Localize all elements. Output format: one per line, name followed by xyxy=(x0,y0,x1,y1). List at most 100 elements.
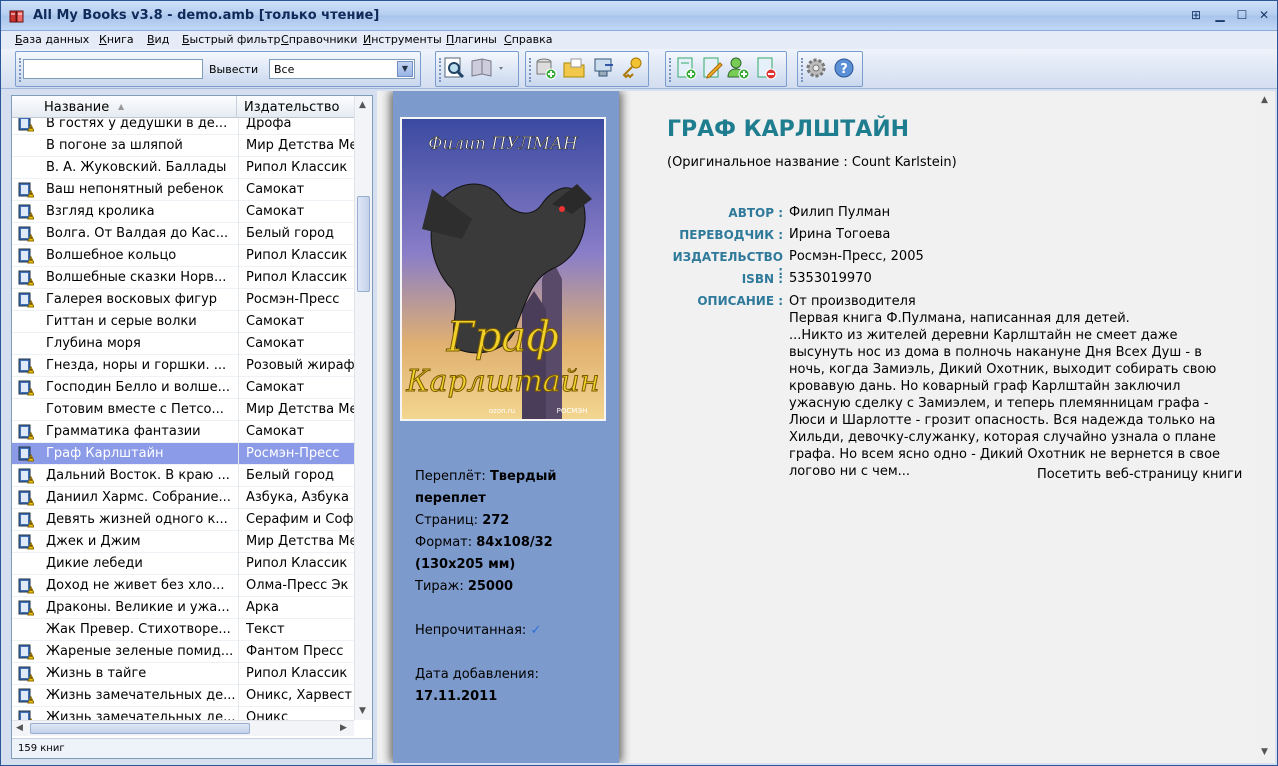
edit-book-icon[interactable] xyxy=(699,55,725,81)
book-title-cell: Драконы. Великие и ужа... xyxy=(46,600,230,615)
toolbar-grip[interactable] xyxy=(669,58,672,82)
cover-art: Филип ПУЛМАН Граф Карлштайн ozon.ru РОСМ… xyxy=(402,119,604,419)
table-row[interactable]: Девять жизней одного к... Серафим и Соф xyxy=(12,509,354,531)
table-row[interactable]: Дальний Восток. В краю ... Белый город xyxy=(12,465,354,487)
key-icon[interactable] xyxy=(619,55,645,81)
menu-quick-filter[interactable]: Быстрый фильтр xyxy=(182,33,280,46)
minimize-icon[interactable]: ▁ xyxy=(1211,7,1229,23)
book-warning-icon xyxy=(18,468,34,484)
table-row[interactable]: Доход не живет без хло... Олма-Пресс Эк xyxy=(12,575,354,597)
list-hscroll-thumb[interactable] xyxy=(30,723,250,734)
table-row[interactable]: Джек и Джим Мир Детства Ме xyxy=(12,531,354,553)
book-cover-image[interactable]: Филип ПУЛМАН Граф Карлштайн ozon.ru РОСМ… xyxy=(400,117,606,421)
list-scroll-thumb[interactable] xyxy=(357,196,370,292)
table-row[interactable]: Драконы. Великие и ужа... Арка xyxy=(12,597,354,619)
filter-select[interactable]: Все ▼ xyxy=(269,59,415,79)
scroll-left-icon[interactable]: ◀ xyxy=(16,723,23,733)
menu-view[interactable]: Вид xyxy=(147,33,169,46)
book-title-cell: Волга. От Валдая до Кас... xyxy=(46,226,229,241)
description-paragraph: От производителя xyxy=(789,294,916,309)
column-separator[interactable] xyxy=(236,96,237,118)
list-header: Название ▲ Издательство xyxy=(12,96,354,118)
table-row[interactable]: Волшебное кольцо Рипол Классик xyxy=(12,245,354,267)
add-user-icon[interactable] xyxy=(725,55,751,81)
table-row[interactable]: Ваш непонятный ребенок Самокат xyxy=(12,179,354,201)
add-book-icon[interactable] xyxy=(673,55,699,81)
book-title-cell: Доход не живет без хло... xyxy=(46,578,225,593)
column-header-title[interactable]: Название xyxy=(44,100,109,115)
open-folder-icon[interactable] xyxy=(561,55,587,81)
author-value[interactable]: Филип Пулман xyxy=(789,205,890,220)
book-warning-icon xyxy=(18,644,34,660)
cell-separator xyxy=(238,685,239,707)
scroll-down-icon[interactable]: ▼ xyxy=(1261,747,1268,757)
cell-separator xyxy=(238,619,239,641)
reader-icon[interactable] xyxy=(469,55,509,81)
menu-references[interactable]: Справочники xyxy=(281,33,357,46)
table-row[interactable]: В гостях у дедушки в де... Дрофа xyxy=(12,118,354,135)
maximize-icon[interactable]: ☐ xyxy=(1233,7,1251,23)
delete-book-icon[interactable] xyxy=(753,55,779,81)
toolbar-grip[interactable] xyxy=(529,58,532,82)
table-row[interactable]: В. А. Жуковский. Баллады Рипол Классик xyxy=(12,157,354,179)
publisher-cell: Рипол Классик xyxy=(246,270,348,285)
list-horizontal-scrollbar[interactable]: ◀ ▶ xyxy=(12,720,354,736)
translator-value[interactable]: Ирина Тогоева xyxy=(789,227,890,242)
table-row[interactable]: Грамматика фантазии Самокат xyxy=(12,421,354,443)
table-row[interactable]: Жареные зеленые помид... Фантом Пресс xyxy=(12,641,354,663)
table-row[interactable]: Жизнь замечательных де... Оникс, Харвест xyxy=(12,685,354,707)
details-scrollbar[interactable]: ▲ ▼ xyxy=(1257,91,1273,763)
table-row[interactable]: В погоне за шляпой Мир Детства Ме xyxy=(12,135,354,157)
table-row[interactable]: Волга. От Валдая до Кас... Белый город xyxy=(12,223,354,245)
scroll-up-icon[interactable]: ▲ xyxy=(359,100,366,110)
table-row[interactable]: Даниил Хармс. Собрание... Азбука, Азбука xyxy=(12,487,354,509)
column-header-publisher[interactable]: Издательство xyxy=(244,100,339,115)
table-row[interactable]: Галерея восковых фигур Росмэн-Пресс xyxy=(12,289,354,311)
book-title-cell: Граф Карлштайн xyxy=(46,446,164,461)
publisher-cell: Росмэн-Пресс xyxy=(246,292,340,307)
table-row[interactable]: Жизнь в тайге Рипол Классик xyxy=(12,663,354,685)
toolbar-grip[interactable] xyxy=(19,58,22,82)
publisher-cell: Олма-Пресс Эк xyxy=(246,578,349,593)
publisher-cell: Рипол Классик xyxy=(246,666,348,681)
table-row[interactable]: Взгляд кролика Самокат xyxy=(12,201,354,223)
table-row[interactable]: Готовим вместе с Петсо... Мир Детства Ме xyxy=(12,399,354,421)
table-row[interactable]: Гнезда, норы и горшки. ... Розовый жираф xyxy=(12,355,354,377)
preview-icon[interactable] xyxy=(441,55,467,81)
help-icon[interactable]: ? xyxy=(831,55,857,81)
table-row[interactable]: Господин Белло и волше... Самокат xyxy=(12,377,354,399)
menu-plugins[interactable]: Плагины xyxy=(446,33,497,46)
table-row[interactable]: Жак Превер. Стихотворе... Текст xyxy=(12,619,354,641)
cover-author-text: Филип ПУЛМАН xyxy=(428,134,579,154)
menu-tools[interactable]: Инструменты xyxy=(363,33,442,46)
table-row[interactable]: Дикие лебеди Рипол Классик xyxy=(12,553,354,575)
visit-webpage-link[interactable]: Посетить веб-страницу книги xyxy=(1037,467,1242,482)
table-row[interactable]: Волшебные сказки Норв... Рипол Классик xyxy=(12,267,354,289)
book-warning-icon xyxy=(18,600,34,616)
book-title-cell: Грамматика фантазии xyxy=(46,424,201,439)
menu-book[interactable]: Книга xyxy=(99,33,134,46)
table-row[interactable]: Глубина моря Самокат xyxy=(12,333,354,355)
scroll-up-icon[interactable]: ▲ xyxy=(1261,95,1268,105)
publisher-value[interactable]: Росмэн-Пресс, 2005 xyxy=(789,249,924,264)
cell-separator xyxy=(238,575,239,597)
menu-help[interactable]: Справка xyxy=(504,33,552,46)
title-bar[interactable]: All My Books v3.8 - demo.amb [только чте… xyxy=(1,1,1277,31)
publisher-cell: Текст xyxy=(246,622,285,637)
menu-icon[interactable]: ⊞ xyxy=(1187,7,1205,23)
table-row[interactable]: Граф Карлштайн Росмэн-Пресс xyxy=(12,443,354,465)
scroll-right-icon[interactable]: ▶ xyxy=(340,723,347,733)
cell-separator xyxy=(238,179,239,201)
cover-imprint-left: ozon.ru xyxy=(489,407,515,415)
chevron-down-icon[interactable]: ▼ xyxy=(397,61,413,77)
close-icon[interactable]: ✕ xyxy=(1255,7,1273,23)
table-row[interactable]: Жизнь замечательных де... Оникс xyxy=(12,707,354,720)
menu-database[interactable]: База данных xyxy=(15,33,89,46)
settings-icon[interactable] xyxy=(803,55,829,81)
export-icon[interactable] xyxy=(591,55,617,81)
list-vertical-scrollbar[interactable]: ▲ ▼ xyxy=(354,96,372,720)
scroll-down-icon[interactable]: ▼ xyxy=(359,706,366,716)
search-input[interactable] xyxy=(23,59,203,79)
table-row[interactable]: Гиттан и серые волки Самокат xyxy=(12,311,354,333)
add-db-icon[interactable] xyxy=(533,55,559,81)
